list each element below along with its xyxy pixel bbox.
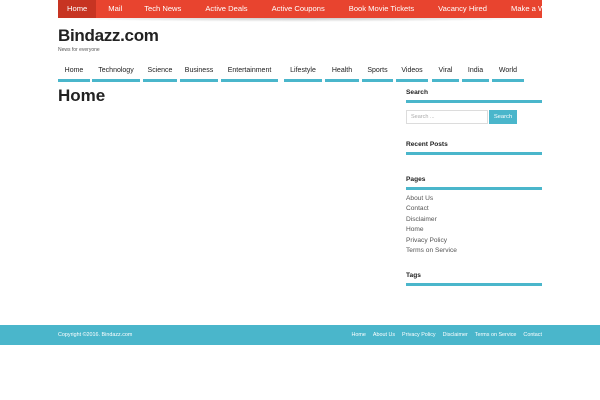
- footer-link-home[interactable]: Home: [351, 325, 365, 345]
- footer-copyright: Copyright ©2016. Bindazz.com: [58, 332, 133, 338]
- search-widget-underline: [406, 100, 542, 103]
- footer-link-disclaimer[interactable]: Disclaimer: [443, 325, 468, 345]
- footer-link-privacy-policy[interactable]: Privacy Policy: [402, 325, 436, 345]
- pages-link-disclaimer[interactable]: Disclaimer: [406, 215, 457, 225]
- pages-link-about-us[interactable]: About Us: [406, 194, 457, 204]
- search-input[interactable]: [406, 110, 488, 124]
- topnav-shadow: [58, 18, 542, 22]
- topnav-item-vacancy-hired[interactable]: Vacancy Hired: [426, 0, 499, 18]
- topnav-item-tech-news[interactable]: Tech News: [132, 0, 193, 18]
- mainnav-item-videos[interactable]: Videos: [396, 64, 428, 82]
- site-title[interactable]: Bindazz.com: [58, 26, 159, 46]
- footer-links: Home About Us Privacy Policy Disclaimer …: [344, 325, 542, 345]
- pages-widget-underline: [406, 187, 542, 190]
- mainnav-item-business[interactable]: Business: [180, 64, 218, 82]
- mainnav-item-lifestyle[interactable]: Lifestyle: [284, 64, 322, 82]
- topnav-item-book-movie-tickets[interactable]: Book Movie Tickets: [337, 0, 426, 18]
- topnav-item-active-deals[interactable]: Active Deals: [193, 0, 259, 18]
- search-widget-title: Search: [406, 89, 428, 96]
- topnav-item-make-a-website[interactable]: Make a Website: [499, 0, 577, 18]
- footer: Copyright ©2016. Bindazz.com Home About …: [0, 325, 600, 345]
- footer-link-terms-on-service[interactable]: Terms on Service: [475, 325, 517, 345]
- search-button[interactable]: Search: [489, 110, 517, 124]
- pages-list: About Us Contact Disclaimer Home Privacy…: [406, 194, 457, 256]
- mainnav-item-sports[interactable]: Sports: [362, 64, 393, 82]
- pages-widget-title: Pages: [406, 176, 426, 183]
- footer-link-about-us[interactable]: About Us: [373, 325, 395, 345]
- mainnav-item-world[interactable]: World: [492, 64, 524, 82]
- footer-link-contact[interactable]: Contact: [523, 325, 542, 345]
- mainnav-item-viral[interactable]: Viral: [432, 64, 459, 82]
- page-title: Home: [58, 86, 106, 105]
- mainnav-item-technology[interactable]: Technology: [92, 64, 140, 82]
- top-navigation: Home Mail Tech News Active Deals Active …: [58, 0, 565, 18]
- mainnav-item-entertainment[interactable]: Entertainment: [221, 64, 278, 82]
- pages-link-privacy-policy[interactable]: Privacy Policy: [406, 236, 457, 246]
- main-navigation: Home Technology Science Business Enterta…: [58, 64, 524, 82]
- topnav-item-home[interactable]: Home: [58, 0, 97, 18]
- mainnav-item-health[interactable]: Health: [325, 64, 359, 82]
- topnav-item-active-coupons[interactable]: Active Coupons: [260, 0, 337, 18]
- pages-link-terms-on-service[interactable]: Terms on Service: [406, 246, 457, 256]
- pages-link-home[interactable]: Home: [406, 225, 457, 235]
- recent-posts-widget-underline: [406, 152, 542, 155]
- topnav-item-mail[interactable]: Mail: [96, 0, 132, 18]
- tags-widget-title: Tags: [406, 272, 421, 279]
- recent-posts-widget-title: Recent Posts: [406, 141, 448, 148]
- tags-widget-underline: [406, 283, 542, 286]
- mainnav-item-home[interactable]: Home: [58, 64, 90, 82]
- pages-link-contact[interactable]: Contact: [406, 204, 457, 214]
- mainnav-item-science[interactable]: Science: [143, 64, 177, 82]
- site-tagline: News for everyone: [58, 47, 100, 53]
- mainnav-item-india[interactable]: India: [462, 64, 489, 82]
